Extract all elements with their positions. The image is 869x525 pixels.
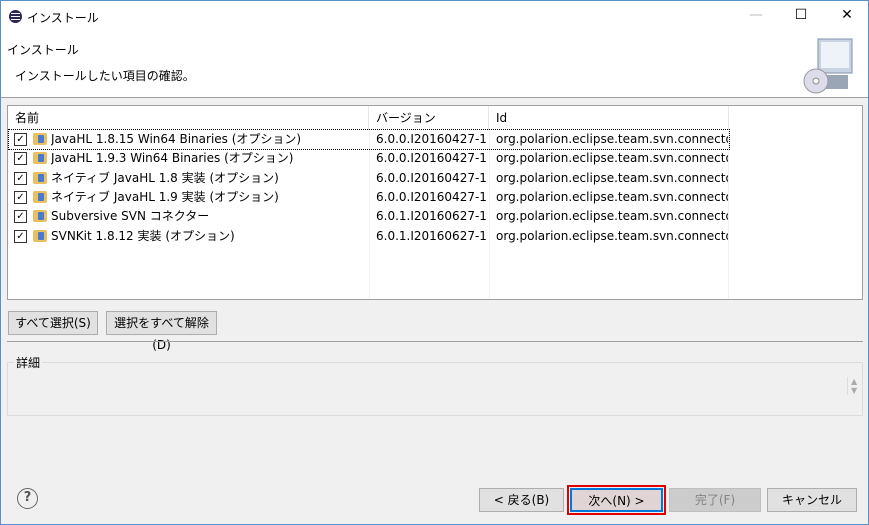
column-header-version[interactable]: バージョン: [369, 106, 489, 130]
table-row[interactable]: ✓ SVNKit 1.8.12 実装 (オプション) 6.0.1.I201606…: [9, 227, 729, 246]
minimize-button[interactable]: —: [746, 7, 766, 27]
item-name: ネイティブ JavaHL 1.9 実装 (オプション): [51, 189, 279, 204]
item-name: Subversive SVN コネクター: [51, 209, 210, 224]
maximize-button[interactable]: ☐: [791, 7, 811, 27]
table-row[interactable]: ✓ ネイティブ JavaHL 1.9 実装 (オプション) 6.0.0.I201…: [9, 188, 729, 207]
item-id: org.polarion.eclipse.team.svn.connector.…: [496, 132, 728, 146]
help-icon[interactable]: ?: [17, 488, 38, 509]
table-row[interactable]: ✓ ネイティブ JavaHL 1.8 実装 (オプション) 6.0.0.I201…: [9, 169, 729, 188]
item-id: org.polarion.eclipse.team.svn.connector.…: [496, 170, 728, 185]
table-row[interactable]: ✓ JavaHL 1.9.3 Win64 Binaries (オプション) 6.…: [9, 149, 729, 168]
row-checkbox[interactable]: ✓: [14, 229, 27, 243]
item-name: SVNKit 1.8.12 実装 (オプション): [51, 228, 235, 243]
install-items-table: 名前 バージョン Id ✓ JavaHL 1.8.15 Win64 Binari…: [7, 105, 863, 300]
back-button[interactable]: < 戻る(B): [479, 488, 564, 512]
item-id: org.polarion.eclipse.team.svn.connector.…: [496, 228, 728, 243]
details-group: [7, 362, 863, 416]
row-checkbox[interactable]: ✓: [14, 210, 27, 224]
feature-icon: [33, 152, 47, 165]
item-name: JavaHL 1.9.3 Win64 Binaries (オプション): [51, 151, 294, 166]
cancel-button[interactable]: キャンセル: [767, 488, 857, 512]
item-name: JavaHL 1.8.15 Win64 Binaries (オプション): [51, 132, 302, 146]
page-description: インストールしたい項目の確認。: [15, 69, 195, 83]
feature-icon: [33, 133, 47, 145]
table-row[interactable]: ✓ Subversive SVN コネクター 6.0.1.I20160627-1…: [9, 207, 729, 226]
item-version: 6.0.1.I20160627-17...: [376, 228, 486, 243]
item-version: 6.0.0.I20160427-17...: [376, 151, 486, 166]
wizard-header: インストール インストールしたい項目の確認。: [1, 33, 868, 98]
column-header-name[interactable]: 名前: [8, 106, 369, 130]
page-title: インストール: [7, 43, 79, 57]
table-row[interactable]: ✓ JavaHL 1.8.15 Win64 Binaries (オプション) 6…: [8, 129, 730, 150]
row-checkbox[interactable]: ✓: [14, 152, 27, 166]
deselect-all-button[interactable]: 選択をすべて解除(D): [106, 311, 217, 352]
feature-icon: [33, 190, 47, 203]
item-version: 6.0.0.I20160427-17...: [376, 132, 486, 146]
details-scroll-arrows[interactable]: ▲ ▼: [847, 377, 857, 395]
window-title: インストール: [27, 11, 99, 25]
next-button[interactable]: 次へ(N) >: [567, 485, 666, 515]
item-id: org.polarion.eclipse.team.svn.connector.…: [496, 151, 728, 166]
row-checkbox[interactable]: ✓: [14, 133, 27, 146]
item-name: ネイティブ JavaHL 1.8 実装 (オプション): [51, 170, 279, 185]
column-header-id[interactable]: Id: [489, 106, 729, 130]
feature-icon: [33, 229, 47, 242]
select-all-button[interactable]: すべて選択(S): [8, 311, 98, 335]
install-dialog: インストール — ☐ ✕ インストール インストールしたい項目の確認。 名前 バ…: [0, 0, 869, 525]
row-checkbox[interactable]: ✓: [14, 171, 27, 185]
close-button[interactable]: ✕: [837, 7, 857, 27]
item-id: org.polarion.eclipse.team.svn.connector.…: [496, 189, 728, 204]
finish-button[interactable]: 完了(F): [669, 488, 761, 512]
item-version: 6.0.0.I20160427-17...: [376, 170, 486, 185]
details-label: 詳細: [14, 354, 43, 371]
row-checkbox[interactable]: ✓: [14, 190, 27, 204]
item-version: 6.0.1.I20160627-17...: [376, 209, 486, 224]
title-bar: インストール — ☐ ✕: [1, 1, 868, 33]
eclipse-icon: [9, 10, 22, 23]
feature-icon: [33, 171, 47, 184]
separator: [7, 341, 863, 342]
item-version: 6.0.0.I20160427-17...: [376, 189, 486, 204]
feature-icon: [33, 210, 47, 223]
install-banner-icon: [803, 38, 853, 94]
item-id: org.polarion.eclipse.team.svn.connector.…: [496, 209, 728, 224]
